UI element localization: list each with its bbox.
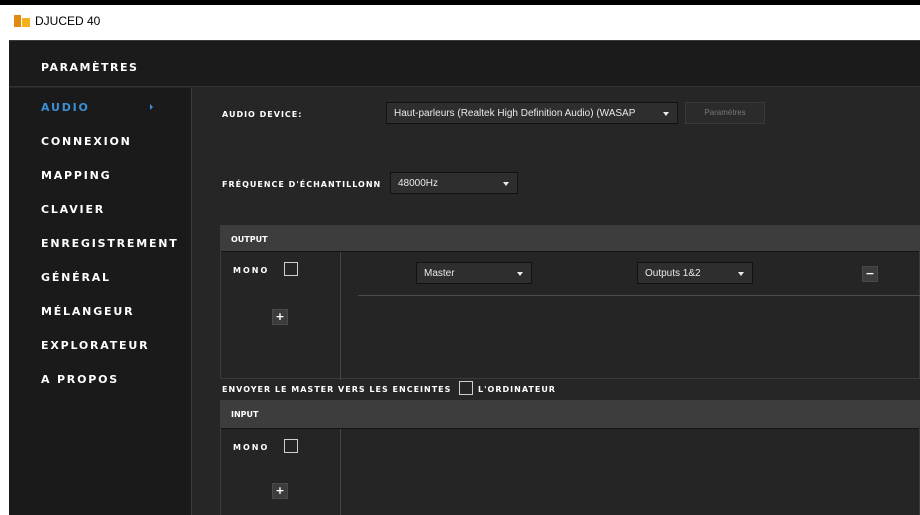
output-source-select[interactable]: Master: [416, 262, 532, 284]
remove-output-button[interactable]: −: [862, 266, 878, 282]
sidebar-item-general[interactable]: GÉNÉRAL: [41, 271, 111, 284]
add-output-button[interactable]: +: [272, 309, 288, 325]
send-master-checkbox[interactable]: [459, 381, 473, 395]
output-row-separator: [358, 295, 920, 296]
sidebar-item-connexion[interactable]: CONNEXION: [41, 135, 132, 148]
sample-rate-label: FRÉQUENCE D'ÉCHANTILLONN: [222, 180, 382, 189]
sample-rate-select[interactable]: 48000Hz: [390, 172, 518, 194]
panel-divider: [340, 252, 341, 380]
audio-device-value: Haut-parleurs (Realtek High Definition A…: [394, 108, 636, 119]
sidebar-item-enregistrement[interactable]: ENREGISTREMENT: [41, 237, 179, 250]
add-input-button[interactable]: +: [272, 483, 288, 499]
sidebar-item-melangeur[interactable]: MÉLANGEUR: [41, 305, 134, 318]
sidebar-item-clavier[interactable]: CLAVIER: [41, 203, 105, 216]
output-panel: OUTPUT: [220, 225, 920, 380]
input-panel-title: INPUT: [231, 410, 259, 419]
input-mono-checkbox[interactable]: [284, 439, 298, 453]
output-destination-select[interactable]: Outputs 1&2: [637, 262, 753, 284]
output-destination-value: Outputs 1&2: [645, 268, 701, 279]
sidebar-item-explorateur[interactable]: EXPLORATEUR: [41, 339, 149, 352]
audio-device-label: AUDIO DEVICE:: [222, 110, 303, 119]
output-source-value: Master: [424, 268, 455, 279]
chevron-down-icon: [503, 182, 509, 186]
panel-divider: [340, 429, 341, 515]
input-panel: INPUT: [220, 400, 920, 515]
sidebar-item-a-propos[interactable]: A PROPOS: [41, 373, 119, 386]
output-mono-checkbox[interactable]: [284, 262, 298, 276]
audio-device-select[interactable]: Haut-parleurs (Realtek High Definition A…: [386, 102, 678, 124]
chevron-down-icon: [663, 112, 669, 116]
input-mono-label: MONO: [233, 443, 270, 452]
sidebar-item-audio[interactable]: AUDIO: [41, 101, 90, 114]
active-arrow-icon: [150, 104, 153, 110]
send-master-label-after: L'ORDINATEUR: [478, 385, 556, 394]
input-panel-header: INPUT: [221, 401, 919, 429]
page-title: PARAMÈTRES: [41, 61, 139, 74]
chevron-down-icon: [517, 272, 523, 276]
output-panel-title: OUTPUT: [231, 235, 268, 244]
output-panel-header: OUTPUT: [221, 226, 919, 252]
chevron-down-icon: [738, 272, 744, 276]
send-master-label: ENVOYER LE MASTER VERS LES ENCEINTES: [222, 385, 452, 394]
audio-settings-button[interactable]: Paramètres: [685, 102, 765, 124]
app-title: DJUCED 40: [35, 14, 101, 28]
sample-rate-value: 48000Hz: [398, 178, 439, 189]
window-header: PARAMÈTRES: [9, 40, 920, 87]
sidebar-item-mapping[interactable]: MAPPING: [41, 169, 112, 182]
app-logo-icon: [14, 15, 30, 27]
settings-sidebar: [9, 88, 192, 515]
title-bar: DJUCED 40: [0, 0, 920, 40]
output-mono-label: MONO: [233, 266, 270, 275]
